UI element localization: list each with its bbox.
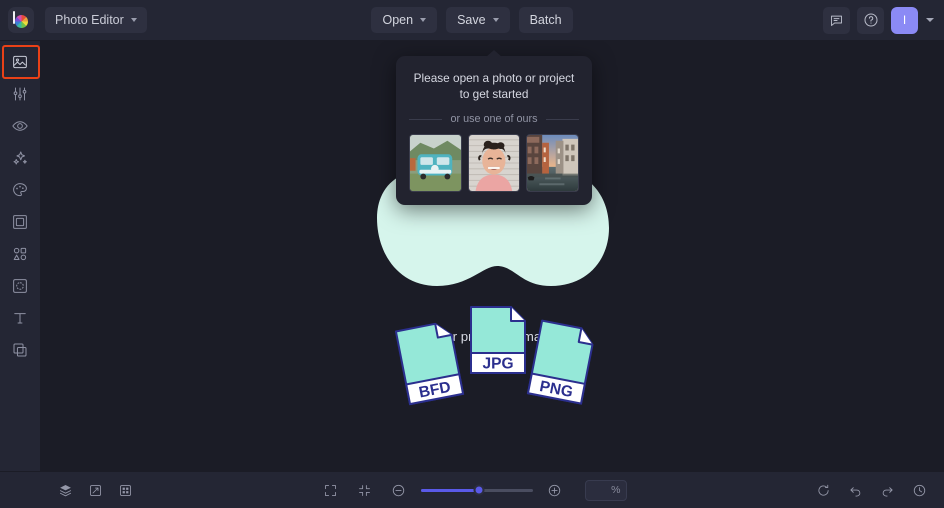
zoom-in-button[interactable]	[542, 477, 568, 503]
sample-thumbnail-portrait[interactable]	[467, 134, 521, 192]
sidebar-item-edit[interactable]	[0, 45, 40, 79]
canvas-area[interactable]: Please open a photo or project to get st…	[41, 41, 944, 471]
sidebar-item-textures[interactable]	[0, 270, 40, 302]
help-icon	[864, 13, 877, 27]
palette-icon	[13, 183, 27, 197]
grid-icon	[119, 484, 131, 496]
sparkle-icon	[13, 151, 27, 165]
zoom-out-button[interactable]	[386, 477, 412, 503]
zoom-slider[interactable]	[420, 484, 533, 496]
grid-button[interactable]	[112, 477, 138, 503]
open-button-label: Open	[382, 13, 414, 27]
sidebar-item-retouch[interactable]	[0, 110, 40, 142]
feedback-icon	[831, 15, 842, 26]
sidebar-item-text[interactable]	[0, 302, 40, 334]
van-thumbnail-image	[410, 135, 461, 191]
zoom-percent-input[interactable]: %	[584, 479, 627, 501]
zoom-out-icon	[392, 484, 405, 496]
chevron-down-icon	[420, 18, 427, 22]
resize-button[interactable]	[82, 477, 108, 503]
chevron-down-icon	[130, 18, 137, 22]
mode-selector-label: Photo Editor	[55, 13, 124, 27]
text-icon	[14, 313, 26, 324]
sidebar-item-effects[interactable]	[0, 142, 40, 174]
user-avatar[interactable]: I	[891, 6, 918, 34]
fit-to-screen-button[interactable]	[318, 477, 344, 503]
sidebar-item-graphics[interactable]	[0, 238, 40, 270]
zoom-controls: %	[0, 477, 944, 503]
eye-icon	[12, 121, 28, 131]
layers-alt-icon	[13, 343, 27, 357]
logo-container	[0, 0, 41, 41]
save-button-label: Save	[457, 13, 486, 27]
zoom-percent-unit: %	[611, 484, 621, 496]
resize-icon	[89, 484, 101, 496]
account-menu-chevron-down-icon[interactable]	[926, 18, 934, 22]
frame-icon	[13, 215, 27, 229]
zoom-slider-fill	[420, 488, 479, 492]
sidebar-item-overlays[interactable]	[0, 334, 40, 366]
image-icon	[13, 55, 27, 69]
header-right-actions: I	[823, 6, 934, 34]
portrait-thumbnail-image	[468, 135, 520, 191]
zoom-slider-handle[interactable]	[473, 484, 485, 496]
get-started-popup: Please open a photo or project to get st…	[396, 56, 592, 205]
actual-size-button[interactable]	[352, 477, 378, 503]
batch-button-label: Batch	[529, 13, 562, 27]
color-wheel-icon	[14, 15, 28, 28]
logo-stem	[12, 11, 15, 24]
divider-line-right	[545, 118, 579, 120]
reset-button[interactable]	[810, 477, 836, 503]
sample-thumbnail-van[interactable]	[409, 134, 462, 192]
divider-line-left	[409, 118, 443, 120]
file-icons-group: BFD JPG PNG	[394, 306, 593, 406]
left-sidebar	[0, 41, 41, 471]
undo-icon	[849, 486, 860, 496]
redo-button[interactable]	[874, 477, 900, 503]
top-toolbar: Photo Editor Open Save Batch I	[0, 0, 944, 41]
popup-divider-label: or use one of ours	[450, 113, 538, 125]
sidebar-item-touchup[interactable]	[0, 78, 40, 110]
canal-thumbnail-image	[527, 135, 579, 191]
layers-icon	[59, 484, 71, 496]
app-window: Photo Editor Open Save Batch I Please op…	[0, 0, 944, 508]
collapse-corners-icon	[359, 484, 370, 496]
history-controls	[810, 477, 932, 503]
file-icon-png: PNG	[526, 319, 593, 405]
svg-text:JPG: JPG	[482, 356, 513, 373]
sidebar-item-frames[interactable]	[0, 206, 40, 238]
feedback-button[interactable]	[823, 6, 850, 34]
zoom-in-icon	[548, 484, 561, 496]
batch-button[interactable]: Batch	[518, 7, 573, 33]
file-icon-jpg: JPG	[469, 306, 526, 374]
expand-corners-icon	[325, 484, 336, 496]
chevron-down-icon	[492, 18, 499, 22]
popup-divider: or use one of ours	[409, 113, 579, 125]
user-avatar-initial: I	[902, 13, 907, 27]
history-icon	[913, 484, 925, 496]
footer-left-tools	[0, 477, 138, 503]
popup-title: Please open a photo or project to get st…	[413, 71, 575, 101]
zoom-slider-group	[386, 477, 568, 503]
sidebar-item-artsy[interactable]	[0, 174, 40, 206]
texture-icon	[13, 279, 27, 293]
undo-button[interactable]	[842, 477, 868, 503]
mode-selector[interactable]: Photo Editor	[45, 7, 147, 33]
file-icon-bfd: BFD	[394, 322, 464, 406]
layers-button[interactable]	[52, 477, 78, 503]
sliders-icon	[13, 87, 27, 101]
shapes-icon	[13, 247, 27, 261]
redo-icon	[882, 486, 893, 496]
open-button[interactable]: Open	[371, 7, 438, 33]
sample-thumbnail-canal[interactable]	[526, 134, 580, 192]
sample-thumbnails	[409, 134, 580, 192]
reset-icon	[817, 484, 829, 496]
help-button[interactable]	[857, 6, 884, 34]
history-button[interactable]	[906, 477, 932, 503]
save-button[interactable]: Save	[446, 7, 510, 33]
bottom-toolbar: %	[0, 471, 944, 508]
befunky-logo[interactable]	[7, 7, 34, 33]
workspace: Please open a photo or project to get st…	[0, 41, 944, 471]
